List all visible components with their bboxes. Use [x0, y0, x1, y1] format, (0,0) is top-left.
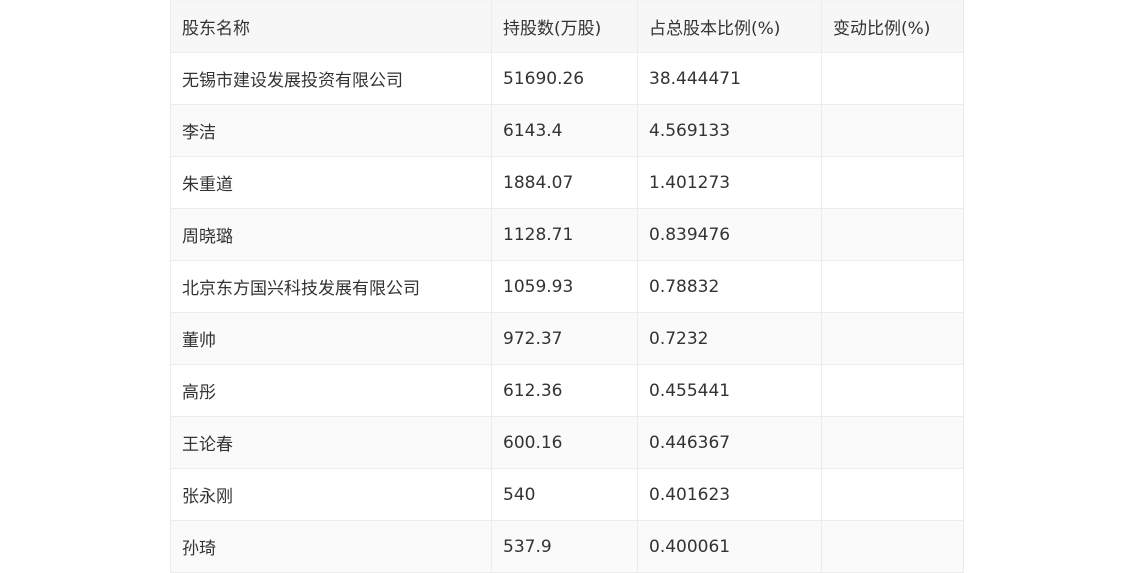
cell-change-ratio	[821, 156, 964, 209]
table-row: 李洁 6143.4 4.569133	[170, 104, 964, 157]
cell-share-ratio: 0.78832	[637, 260, 822, 313]
cell-shareholder-name: 高彤	[170, 364, 492, 417]
cell-shareholder-name: 张永刚	[170, 468, 492, 521]
cell-share-ratio: 4.569133	[637, 104, 822, 157]
cell-shares-held: 537.9	[491, 520, 638, 573]
cell-share-ratio: 0.7232	[637, 312, 822, 365]
cell-shares-held: 1059.93	[491, 260, 638, 313]
cell-shareholder-name: 朱重道	[170, 156, 492, 209]
cell-share-ratio: 0.455441	[637, 364, 822, 417]
cell-share-ratio: 0.839476	[637, 208, 822, 261]
header-change-ratio: 变动比例(%)	[821, 0, 964, 53]
cell-change-ratio	[821, 364, 964, 417]
header-shares-held: 持股数(万股)	[491, 0, 638, 53]
cell-change-ratio	[821, 52, 964, 105]
table-row: 张永刚 540 0.401623	[170, 468, 964, 521]
cell-shares-held: 540	[491, 468, 638, 521]
cell-change-ratio	[821, 208, 964, 261]
cell-shareholder-name: 周晓璐	[170, 208, 492, 261]
cell-shareholder-name: 无锡市建设发展投资有限公司	[170, 52, 492, 105]
cell-share-ratio: 1.401273	[637, 156, 822, 209]
table-row: 董帅 972.37 0.7232	[170, 312, 964, 365]
cell-change-ratio	[821, 260, 964, 313]
cell-change-ratio	[821, 468, 964, 521]
cell-shares-held: 972.37	[491, 312, 638, 365]
cell-change-ratio	[821, 520, 964, 573]
table-row: 高彤 612.36 0.455441	[170, 364, 964, 417]
cell-shareholder-name: 孙琦	[170, 520, 492, 573]
cell-share-ratio: 0.446367	[637, 416, 822, 469]
table-row: 无锡市建设发展投资有限公司 51690.26 38.444471	[170, 52, 964, 105]
table-row: 朱重道 1884.07 1.401273	[170, 156, 964, 209]
cell-shares-held: 6143.4	[491, 104, 638, 157]
cell-shares-held: 1884.07	[491, 156, 638, 209]
cell-change-ratio	[821, 312, 964, 365]
cell-share-ratio: 0.401623	[637, 468, 822, 521]
cell-shares-held: 612.36	[491, 364, 638, 417]
shareholder-table: 股东名称 持股数(万股) 占总股本比例(%) 变动比例(%) 无锡市建设发展投资…	[170, 0, 964, 573]
cell-change-ratio	[821, 104, 964, 157]
cell-shareholder-name: 李洁	[170, 104, 492, 157]
shareholder-table-container: 股东名称 持股数(万股) 占总股本比例(%) 变动比例(%) 无锡市建设发展投资…	[170, 0, 964, 573]
table-row: 王论春 600.16 0.446367	[170, 416, 964, 469]
cell-shareholder-name: 王论春	[170, 416, 492, 469]
table-row: 周晓璐 1128.71 0.839476	[170, 208, 964, 261]
header-shareholder-name: 股东名称	[170, 0, 492, 53]
cell-share-ratio: 38.444471	[637, 52, 822, 105]
table-row: 孙琦 537.9 0.400061	[170, 520, 964, 573]
cell-shares-held: 1128.71	[491, 208, 638, 261]
header-share-ratio: 占总股本比例(%)	[637, 0, 822, 53]
cell-shareholder-name: 北京东方国兴科技发展有限公司	[170, 260, 492, 313]
cell-shares-held: 51690.26	[491, 52, 638, 105]
table-row: 北京东方国兴科技发展有限公司 1059.93 0.78832	[170, 260, 964, 313]
cell-shareholder-name: 董帅	[170, 312, 492, 365]
table-header-row: 股东名称 持股数(万股) 占总股本比例(%) 变动比例(%)	[170, 0, 964, 53]
cell-share-ratio: 0.400061	[637, 520, 822, 573]
cell-shares-held: 600.16	[491, 416, 638, 469]
cell-change-ratio	[821, 416, 964, 469]
